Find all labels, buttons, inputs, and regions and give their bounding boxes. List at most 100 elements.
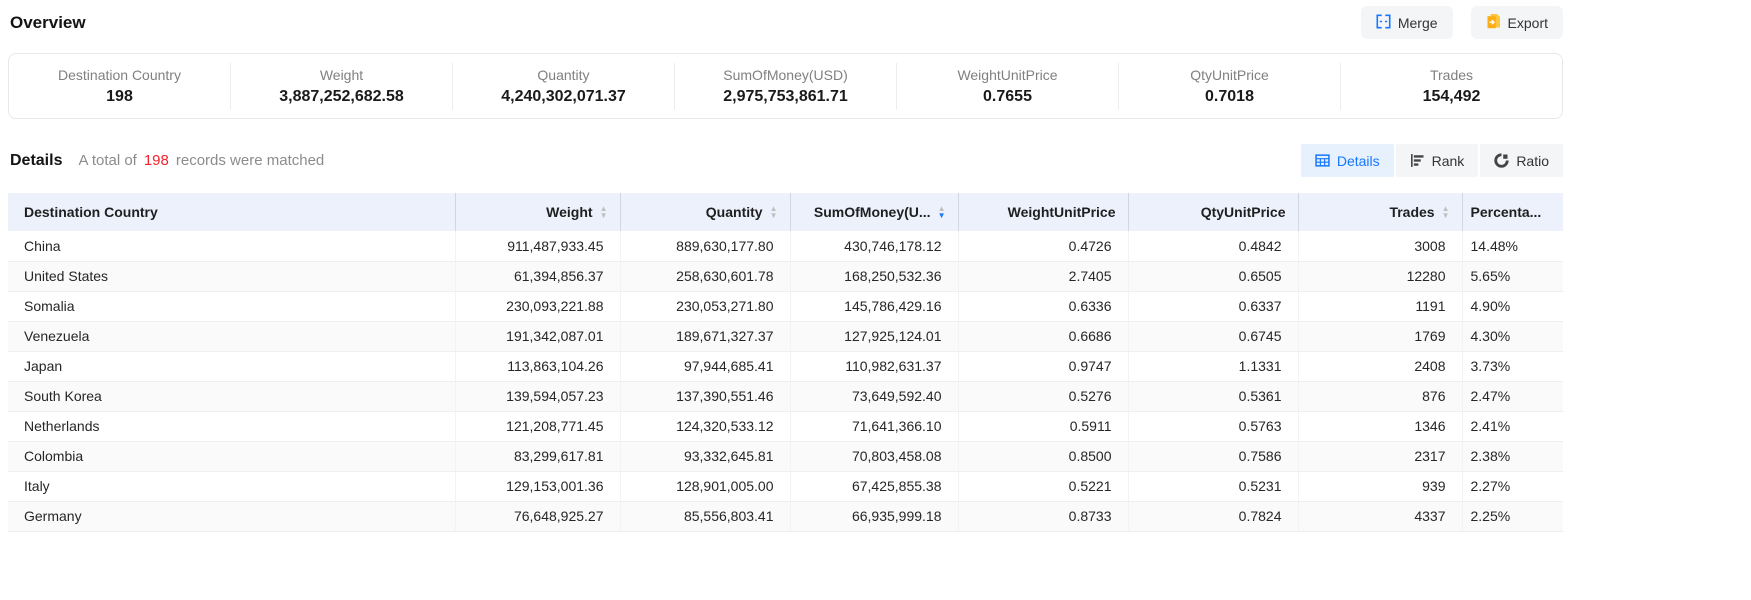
column-header-trades[interactable]: Trades ▲▼: [1298, 193, 1462, 231]
table-icon: [1315, 153, 1330, 168]
stat-value: 3,887,252,682.58: [231, 88, 452, 106]
cell-percenta: 4.30%: [1462, 321, 1563, 351]
cell-percenta: 5.65%: [1462, 261, 1563, 291]
stat-label: Trades: [1341, 67, 1562, 83]
cell-percenta: 2.47%: [1462, 381, 1563, 411]
table-row-germany: Germany76,648,925.2785,556,803.4166,935,…: [8, 501, 1563, 531]
tab-label: Details: [1337, 153, 1380, 169]
column-label: Quantity: [706, 204, 763, 220]
sort-carets-icon[interactable]: ▲▼: [770, 205, 778, 219]
stat-item-trades: Trades154,492: [1341, 63, 1562, 110]
stat-value: 198: [9, 88, 230, 106]
cell-sumofmoney-u: 430,746,178.12: [790, 231, 958, 261]
cell-weightunitprice: 0.5221: [958, 471, 1128, 501]
cell-weight: 76,648,925.27: [455, 501, 620, 531]
view-tabs: Details Rank Ratio: [1301, 144, 1563, 177]
cell-destination-country: Netherlands: [8, 411, 455, 441]
cell-trades: 876: [1298, 381, 1462, 411]
sort-desc-icon[interactable]: ▼: [770, 212, 778, 219]
details-title: Details: [10, 152, 62, 170]
cell-trades: 939: [1298, 471, 1462, 501]
cell-destination-country: Somalia: [8, 291, 455, 321]
column-label: Destination Country: [24, 204, 158, 220]
sort-carets-icon[interactable]: ▲▼: [938, 205, 946, 219]
tab-details[interactable]: Details: [1301, 144, 1394, 177]
sort-desc-icon[interactable]: ▼: [600, 212, 608, 219]
table-row-netherlands: Netherlands121,208,771.45124,320,533.127…: [8, 411, 1563, 441]
bar-chart-icon: [1410, 153, 1425, 168]
stat-item-quantity: Quantity 4,240,302,071.37: [453, 63, 675, 110]
cell-destination-country: Germany: [8, 501, 455, 531]
cell-trades: 1769: [1298, 321, 1462, 351]
tab-rank[interactable]: Rank: [1396, 144, 1479, 177]
cell-weightunitprice: 2.7405: [958, 261, 1128, 291]
stat-item-qtyunitprice: QtyUnitPrice0.7018: [1119, 63, 1341, 110]
table-row-united-states: United States61,394,856.37258,630,601.78…: [8, 261, 1563, 291]
cell-trades: 2317: [1298, 441, 1462, 471]
table-body: China911,487,933.45889,630,177.80430,746…: [8, 231, 1563, 531]
records-count: 198: [144, 152, 169, 169]
export-button-label: Export: [1508, 15, 1548, 31]
column-header-qtyunitprice: QtyUnitPrice: [1128, 193, 1298, 231]
column-label: Percenta...: [1471, 204, 1542, 220]
table-row-south-korea: South Korea139,594,057.23137,390,551.467…: [8, 381, 1563, 411]
cell-percenta: 4.90%: [1462, 291, 1563, 321]
table-header-row: Destination CountryWeight▲▼Quantity▲▼Sum…: [8, 193, 1563, 231]
stat-item-destination-country: Destination Country198: [9, 63, 231, 110]
cell-destination-country: Venezuela: [8, 321, 455, 351]
column-label: Trades: [1389, 204, 1434, 220]
cell-destination-country: Colombia: [8, 441, 455, 471]
cell-qtyunitprice: 0.5763: [1128, 411, 1298, 441]
column-header-weightunitprice: WeightUnitPrice: [958, 193, 1128, 231]
cell-qtyunitprice: 0.6505: [1128, 261, 1298, 291]
column-header-weight[interactable]: Weight ▲▼: [455, 193, 620, 231]
cell-weightunitprice: 0.6336: [958, 291, 1128, 321]
sort-carets-icon[interactable]: ▲▼: [600, 205, 608, 219]
details-bar: Details A total of 198 records were matche…: [8, 144, 1563, 177]
tab-label: Ratio: [1516, 153, 1549, 169]
stat-label: Quantity: [453, 67, 674, 83]
cell-sumofmoney-u: 73,649,592.40: [790, 381, 958, 411]
table-row-italy: Italy129,153,001.36128,901,005.0067,425,…: [8, 471, 1563, 501]
cell-quantity: 258,630,601.78: [620, 261, 790, 291]
cell-destination-country: Japan: [8, 351, 455, 381]
cell-percenta: 2.25%: [1462, 501, 1563, 531]
sort-desc-icon[interactable]: ▼: [938, 212, 946, 219]
cell-weightunitprice: 0.9747: [958, 351, 1128, 381]
cell-qtyunitprice: 1.1331: [1128, 351, 1298, 381]
column-header-destination-country: Destination Country: [8, 193, 455, 231]
column-header-sumofmoney-u[interactable]: SumOfMoney(U...▲▼: [790, 193, 958, 231]
stat-value: 2,975,753,861.71: [675, 88, 896, 106]
tab-ratio[interactable]: Ratio: [1480, 144, 1563, 177]
column-header-percenta: Percenta...: [1462, 193, 1563, 231]
sort-carets-icon[interactable]: ▲▼: [1442, 205, 1450, 219]
cell-qtyunitprice: 0.6337: [1128, 291, 1298, 321]
table-row-somalia: Somalia230,093,221.88230,053,271.80145,7…: [8, 291, 1563, 321]
cell-percenta: 2.27%: [1462, 471, 1563, 501]
stat-value: 0.7655: [897, 88, 1118, 106]
cell-quantity: 93,332,645.81: [620, 441, 790, 471]
cell-trades: 12280: [1298, 261, 1462, 291]
cell-weight: 113,863,104.26: [455, 351, 620, 381]
table-row-venezuela: Venezuela191,342,087.01189,671,327.37127…: [8, 321, 1563, 351]
stat-value: 4,240,302,071.37: [453, 88, 674, 106]
cell-quantity: 189,671,327.37: [620, 321, 790, 351]
cell-sumofmoney-u: 71,641,366.10: [790, 411, 958, 441]
cell-sumofmoney-u: 145,786,429.16: [790, 291, 958, 321]
details-table: Destination CountryWeight▲▼Quantity▲▼Sum…: [8, 193, 1563, 532]
cell-sumofmoney-u: 66,935,999.18: [790, 501, 958, 531]
cell-weight: 83,299,617.81: [455, 441, 620, 471]
records-prefix: A total of: [78, 152, 136, 169]
column-header-quantity[interactable]: Quantity ▲▼: [620, 193, 790, 231]
cell-trades: 1346: [1298, 411, 1462, 441]
merge-button[interactable]: Merge: [1361, 6, 1453, 39]
cell-trades: 3008: [1298, 231, 1462, 261]
sort-desc-icon[interactable]: ▼: [1442, 212, 1450, 219]
records-suffix: records were matched: [176, 152, 324, 169]
export-button[interactable]: Export: [1471, 6, 1563, 39]
stat-value: 0.7018: [1119, 88, 1340, 106]
column-label: Weight: [546, 204, 592, 220]
column-label: QtyUnitPrice: [1201, 204, 1286, 220]
cell-weight: 129,153,001.36: [455, 471, 620, 501]
overview-stats-card: Destination Country198Weight3,887,252,68…: [8, 53, 1563, 119]
